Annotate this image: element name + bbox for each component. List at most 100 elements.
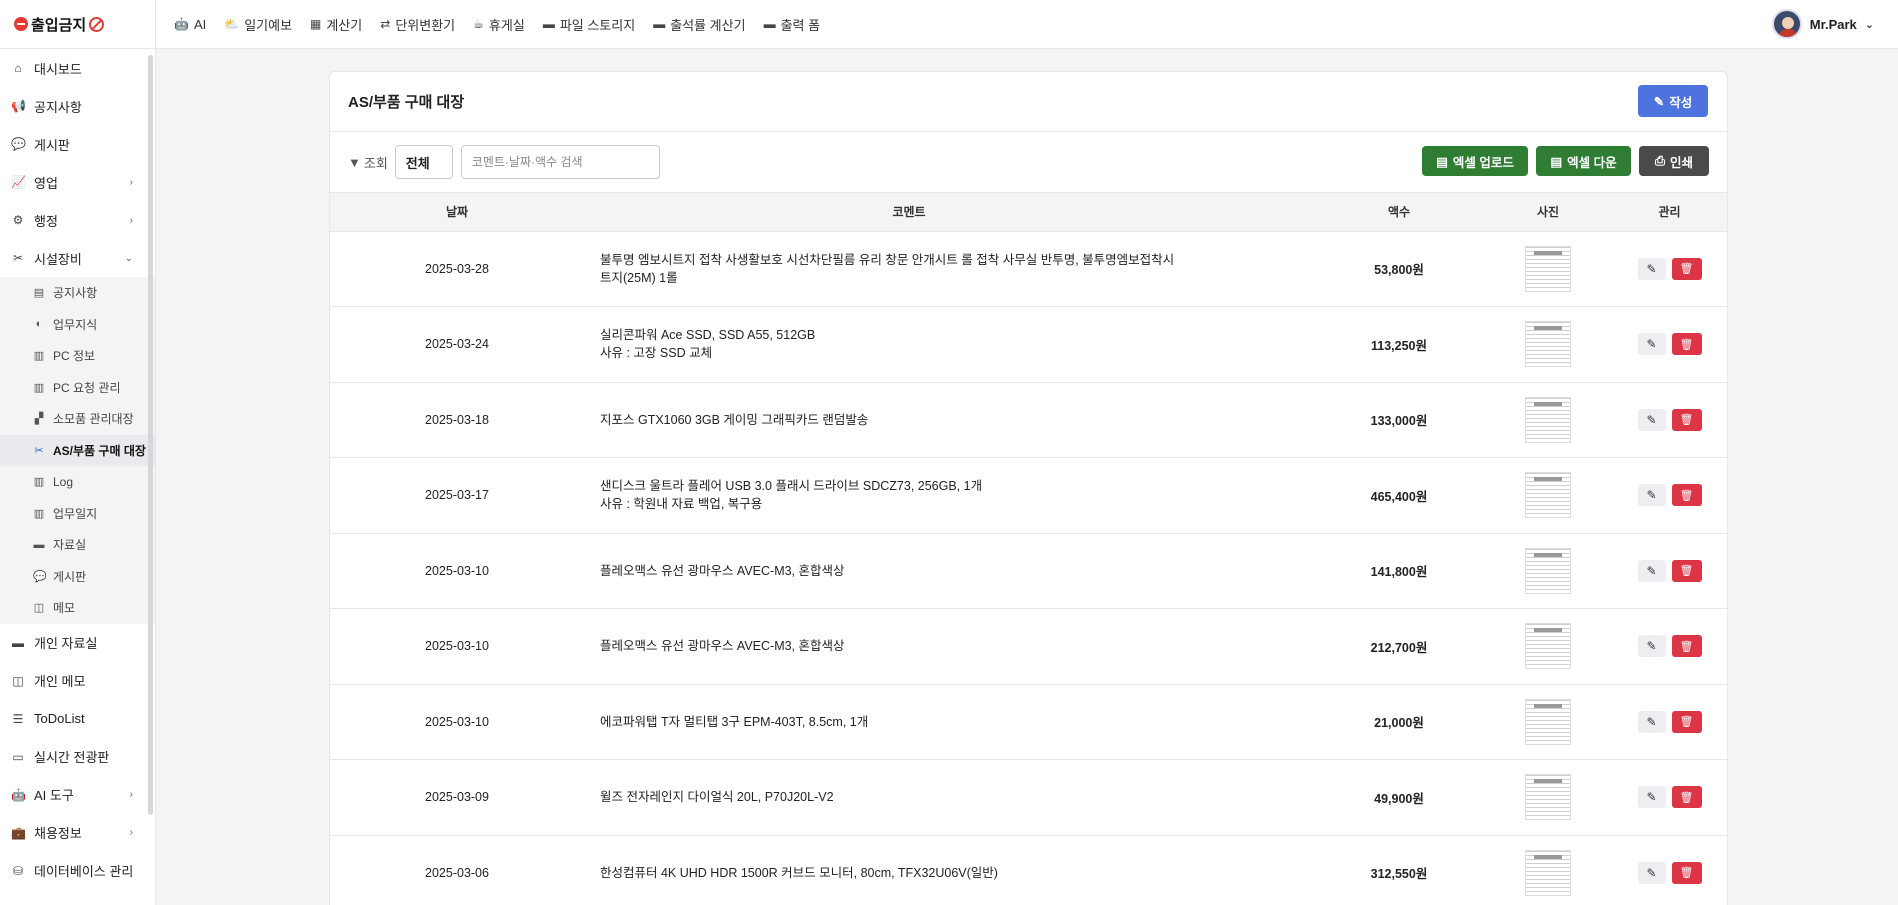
table-row: 2025-03-10 플레오맥스 유선 광마우스 AVEC-M3, 혼합색상 212…: [330, 609, 1727, 684]
delete-button[interactable]: 🗑: [1671, 710, 1702, 733]
chevron-down-icon: ⌄: [1864, 18, 1874, 31]
excel-download-button[interactable]: ▤ 엑셀 다운: [1536, 146, 1631, 176]
sidebar-item-4[interactable]: ⚙ 행정 ›: [0, 201, 155, 239]
user-menu[interactable]: Mr.Park ⌄: [1771, 9, 1874, 39]
row-amount: 53,800원: [1374, 263, 1424, 278]
receipt-thumbnail[interactable]: [1525, 547, 1571, 594]
sidebar-item-sub-0[interactable]: ▤ 공지사항: [0, 277, 155, 309]
receipt-thumbnail[interactable]: [1525, 623, 1571, 670]
pencil-icon: ✎: [1646, 261, 1657, 276]
receipt-thumbnail[interactable]: [1525, 698, 1571, 745]
sidebar-item-4[interactable]: 🤖 AI 도구 ›: [0, 776, 155, 814]
sidebar-item-sub-8[interactable]: ▬ 자료실: [0, 529, 155, 561]
sidebar-item-sub-5[interactable]: ✂ AS/부품 구매 대장: [0, 434, 155, 466]
receipt-thumbnail[interactable]: [1525, 245, 1571, 292]
row-photo-cell: [1484, 533, 1612, 609]
pencil-icon: ✎: [1646, 337, 1657, 352]
sidebar-item-sub-3[interactable]: ▥ PC 요청 관리: [0, 372, 155, 404]
column-header-comment[interactable]: 코멘트: [584, 193, 1234, 232]
sidebar-item-label: PC 요청 관리: [53, 380, 121, 395]
sidebar-item-sub-6[interactable]: ▥ Log: [0, 466, 155, 498]
delete-button[interactable]: 🗑: [1671, 635, 1702, 658]
sidebar-item-sub-10[interactable]: ◫ 메모: [0, 592, 155, 624]
sidebar-item-2[interactable]: ☰ ToDoList: [0, 700, 155, 738]
receipt-thumbnail[interactable]: [1525, 472, 1571, 519]
edit-button[interactable]: ✎: [1637, 559, 1666, 582]
receipt-thumbnail[interactable]: [1525, 321, 1571, 368]
delete-button[interactable]: 🗑: [1671, 333, 1702, 356]
column-header-amount[interactable]: 액수: [1234, 193, 1484, 232]
delete-button[interactable]: 🗑: [1671, 408, 1702, 431]
topnav-item-6[interactable]: ▬ 출석률 계산기: [653, 15, 745, 34]
boxes-icon: ▞: [34, 413, 44, 426]
delete-button[interactable]: 🗑: [1671, 861, 1702, 884]
sidebar-item-3[interactable]: 📈 영업 ›: [0, 163, 155, 201]
excel-upload-button[interactable]: ▤ 엑셀 업로드: [1422, 146, 1528, 176]
edit-button[interactable]: ✎: [1637, 333, 1666, 356]
sidebar-item-3[interactable]: ▭ 실시간 전광판: [0, 738, 155, 776]
edit-button[interactable]: ✎: [1637, 408, 1666, 431]
column-header-date[interactable]: 날짜: [330, 193, 584, 232]
sidebar-item-sub-4[interactable]: ▞ 소모품 관리대장: [0, 403, 155, 435]
edit-button[interactable]: ✎: [1637, 710, 1666, 733]
row-manage-cell: ✎ 🗑: [1612, 835, 1727, 905]
sidebar-item-sub-9[interactable]: 💬 게시판: [0, 561, 155, 593]
book-icon: ▥: [33, 507, 45, 520]
brain-icon: ◐: [35, 318, 43, 331]
row-comment-line: 트지(25M) 1롤: [600, 270, 678, 285]
row-amount: 21,000원: [1374, 716, 1424, 731]
sidebar-item-label: 공지사항: [53, 286, 98, 301]
sidebar-item-0[interactable]: ⌂ 대시보드: [0, 49, 155, 87]
sidebar-item-6[interactable]: ⛁ 데이터베이스 관리: [0, 852, 155, 890]
filter-select[interactable]: 전체: [394, 145, 453, 179]
print-button[interactable]: ⎙ 인쇄: [1639, 146, 1709, 176]
row-photo-cell: [1484, 458, 1612, 534]
topnav-item-3[interactable]: ⇄ 단위변환기: [380, 15, 455, 34]
receipt-thumbnail[interactable]: [1525, 849, 1571, 896]
edit-button[interactable]: ✎: [1637, 786, 1666, 809]
delete-button[interactable]: 🗑: [1671, 484, 1702, 507]
delete-button[interactable]: 🗑: [1671, 559, 1702, 582]
sidebar-item-5[interactable]: ✂ 시설장비 ⌄: [0, 239, 155, 277]
sidebar-item-1[interactable]: 📢 공지사항: [0, 87, 155, 125]
row-photo-cell: [1484, 231, 1612, 307]
topnav-item-7[interactable]: ▬ 출력 폼: [764, 15, 821, 34]
pencil-icon: ✎: [1646, 639, 1657, 654]
row-photo-cell: [1484, 684, 1612, 760]
sidebar-item-5[interactable]: 💼 채용정보 ›: [0, 814, 155, 852]
delete-button[interactable]: 🗑: [1671, 786, 1702, 809]
topnav-item-2[interactable]: ▦ 계산기: [310, 15, 362, 34]
search-input[interactable]: [460, 145, 660, 179]
topnav-item-1[interactable]: ⛅ 일기예보: [224, 15, 292, 34]
topnav-item-5[interactable]: ▬ 파일 스토리지: [543, 15, 635, 34]
edit-button[interactable]: ✎: [1637, 257, 1666, 280]
receipt-thumbnail[interactable]: [1525, 774, 1571, 821]
row-manage-cell: ✎ 🗑: [1612, 458, 1727, 534]
receipt-thumbnail[interactable]: [1525, 396, 1571, 443]
sidebar-item-2[interactable]: 💬 게시판: [0, 125, 155, 163]
database-icon: ⛁: [12, 863, 24, 878]
row-comment-line: 플레오맥스 유선 광마우스 AVEC-M3, 혼합색상: [600, 639, 845, 654]
sidebar-item-label: ToDoList: [34, 711, 85, 726]
print-icon: ⎙: [1654, 153, 1665, 168]
row-actions: ✎ 🗑: [1637, 559, 1702, 582]
topnav-item-4[interactable]: ☕ 휴게실: [473, 15, 525, 34]
folder-icon: ▬: [653, 17, 666, 31]
chevron-icon: ›: [129, 214, 133, 226]
write-button[interactable]: ✎ 작성: [1638, 85, 1708, 117]
delete-button[interactable]: 🗑: [1671, 257, 1702, 280]
filter-label-text: 조회: [363, 155, 388, 171]
sidebar-item-sub-2[interactable]: ▥ PC 정보: [0, 340, 155, 372]
sidebar-item-1[interactable]: ◫ 개인 메모: [0, 662, 155, 700]
sidebar-item-sub-1[interactable]: ◐ 업무지식: [0, 309, 155, 341]
sidebar-scrollbar[interactable]: [148, 55, 153, 815]
edit-button[interactable]: ✎: [1637, 484, 1666, 507]
edit-button[interactable]: ✎: [1637, 635, 1666, 658]
topnav-item-0[interactable]: 🤖 AI: [174, 17, 206, 32]
topnav-label: 파일 스토리지: [559, 17, 636, 33]
brand-logo[interactable]: 출입금지: [0, 0, 156, 49]
edit-button[interactable]: ✎: [1637, 861, 1666, 884]
sidebar-item-0[interactable]: ▬ 개인 자료실: [0, 624, 155, 662]
row-photo-cell: [1484, 382, 1612, 458]
sidebar-item-sub-7[interactable]: ▥ 업무일지: [0, 498, 155, 530]
